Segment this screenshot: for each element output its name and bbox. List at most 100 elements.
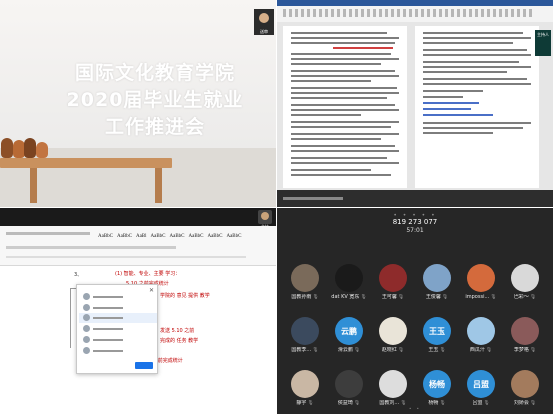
participant-tile[interactable]: 王可馨🎙	[371, 264, 415, 314]
style-sample[interactable]: AaBbC	[207, 234, 222, 239]
participant-name-row: 王俊馨🎙	[415, 294, 459, 301]
style-sample[interactable]: AaBbC	[170, 234, 185, 239]
participant-tile[interactable]: dat KV 宽东🎙	[327, 264, 371, 314]
avatar	[467, 264, 495, 292]
text-line	[291, 80, 371, 82]
contact-row[interactable]	[83, 347, 153, 355]
mic-muted-icon: 🎙	[490, 294, 497, 300]
text-line	[423, 127, 523, 129]
text-line	[291, 63, 381, 65]
participant-tile[interactable]: 巴彩～🎙	[503, 264, 547, 314]
text-line	[291, 157, 387, 159]
participant-tile[interactable]: 赵晓红🎙	[371, 317, 415, 367]
hyperlink-text[interactable]	[423, 108, 471, 110]
avatar	[83, 347, 90, 354]
hyperlink-text[interactable]	[423, 114, 493, 116]
presenter-video-thumbnail[interactable]: 主持人	[535, 30, 551, 56]
participant-name-row: 王可馨🎙	[371, 294, 415, 301]
avatar	[335, 264, 363, 292]
participant-name: 国教李...	[291, 347, 312, 353]
doc-page-right	[415, 26, 539, 188]
contact-row[interactable]	[83, 293, 153, 301]
mic-muted-icon: 🎙	[439, 347, 446, 353]
participant-tile[interactable]: 国教孙雨🎙	[283, 264, 327, 314]
participant-tile[interactable]: 王玉 王玉🎙	[415, 317, 459, 367]
participant-tile[interactable]: 国教刘...🎙	[371, 370, 415, 414]
mic-muted-icon: 🎙	[441, 294, 449, 300]
contact-row[interactable]	[83, 304, 153, 312]
participant-name-row: impossi...🎙	[459, 294, 503, 301]
share-contacts-dialog[interactable]: ✕	[76, 284, 158, 374]
table-leg	[30, 168, 37, 203]
presenter-video-thumbnail[interactable]: 送审	[254, 9, 274, 35]
ribbon-tools[interactable]	[6, 246, 176, 249]
participant-name-row: dat KV 宽东🎙	[327, 294, 371, 301]
participant-tile[interactable]: 杨畅 杨畅🎙	[415, 370, 459, 414]
connector-line	[70, 288, 71, 348]
style-sample[interactable]: AaBbC	[188, 234, 203, 239]
participant-name-row: 李梦格🎙	[503, 347, 547, 354]
participant-name-row: 滑云鹏🎙	[327, 347, 371, 354]
participant-tile[interactable]: 西瓜汁🎙	[459, 317, 503, 367]
text-line	[291, 97, 387, 99]
participant-name-row: 静宇🎙	[283, 400, 327, 407]
avatar	[423, 264, 451, 292]
text-line	[423, 54, 531, 56]
participant-tile[interactable]: 刘娇会🎙	[503, 370, 547, 414]
participant-name-row: 刘娇会🎙	[503, 400, 547, 407]
doc-workspace	[277, 22, 553, 190]
text-line	[291, 109, 399, 111]
shared-word-panel: 主持 AaBbC AaBbC AaBl AaBbC AaBbC AaBbC Aa…	[0, 208, 276, 414]
avatar: 吕盟	[467, 370, 495, 398]
send-button[interactable]	[135, 362, 153, 369]
participant-name: 王可馨	[381, 294, 397, 300]
table-leg	[155, 168, 162, 203]
participant-tile[interactable]: 吕盟 吕盟🎙	[459, 370, 503, 414]
avatar: 王玉	[423, 317, 451, 345]
participant-tile[interactable]: 国教李...🎙	[283, 317, 327, 367]
wooden-table	[0, 158, 172, 168]
participant-name: 王俊馨	[425, 294, 441, 300]
meeting-timer: 57:01	[406, 227, 424, 234]
mic-muted-icon: 🎙	[483, 400, 490, 406]
participant-tile[interactable]: 云鹏滑云鹏🎙	[327, 317, 371, 367]
participant-name: 国教刘...	[379, 400, 400, 406]
participant-tile[interactable]: impossi...🎙	[459, 264, 503, 314]
text-line	[291, 121, 399, 123]
text-line	[423, 96, 463, 98]
doc-toolbar[interactable]	[283, 9, 533, 17]
doc-title-bar	[277, 0, 553, 6]
participant-tile[interactable]: 静宇🎙	[283, 370, 327, 414]
text-line	[291, 114, 361, 116]
participant-name-row: 侯益琦🎙	[327, 400, 371, 407]
participant-tile[interactable]: 侯益琦🎙	[327, 370, 371, 414]
avatar	[379, 264, 407, 292]
hyperlink-text[interactable]	[423, 102, 479, 104]
participant-name-row: 国教孙雨🎙	[283, 294, 327, 301]
ribbon-tabs[interactable]	[6, 232, 90, 235]
style-sample[interactable]: AaBl	[136, 234, 147, 239]
text-line	[291, 104, 395, 106]
style-gallery[interactable]: AaBbC AaBbC AaBl AaBbC AaBbC AaBbC AaBbC…	[98, 234, 244, 239]
slide-title: 国际文化教育学院 2020届毕业生就业 工作推进会	[50, 60, 260, 141]
style-sample[interactable]: AaBbC	[117, 234, 132, 239]
participant-tile[interactable]: 李梦格🎙	[503, 317, 547, 367]
note-text: 学院的 意见 提供 教学	[160, 293, 210, 299]
style-sample[interactable]: AaBbC	[226, 234, 241, 239]
contact-row[interactable]	[83, 325, 153, 333]
avatar-initials: 云鹏	[341, 326, 357, 336]
text-line	[291, 42, 395, 44]
participant-tile[interactable]: 王俊馨🎙	[415, 264, 459, 314]
contact-row[interactable]	[83, 314, 153, 322]
text-line	[423, 132, 493, 134]
contact-row[interactable]	[83, 336, 153, 344]
presenter-video-thumbnail[interactable]: 主持	[258, 210, 272, 229]
text-line	[291, 162, 399, 164]
avatar	[379, 317, 407, 345]
participant-name: 侯益琦	[337, 400, 353, 406]
slide-title-line3: 工作推进会	[104, 116, 205, 138]
mic-muted-icon: 🎙	[353, 347, 361, 353]
wooden-bird-figure	[36, 142, 48, 158]
style-sample[interactable]: AaBbC	[151, 234, 166, 239]
style-sample[interactable]: AaBbC	[98, 234, 113, 239]
